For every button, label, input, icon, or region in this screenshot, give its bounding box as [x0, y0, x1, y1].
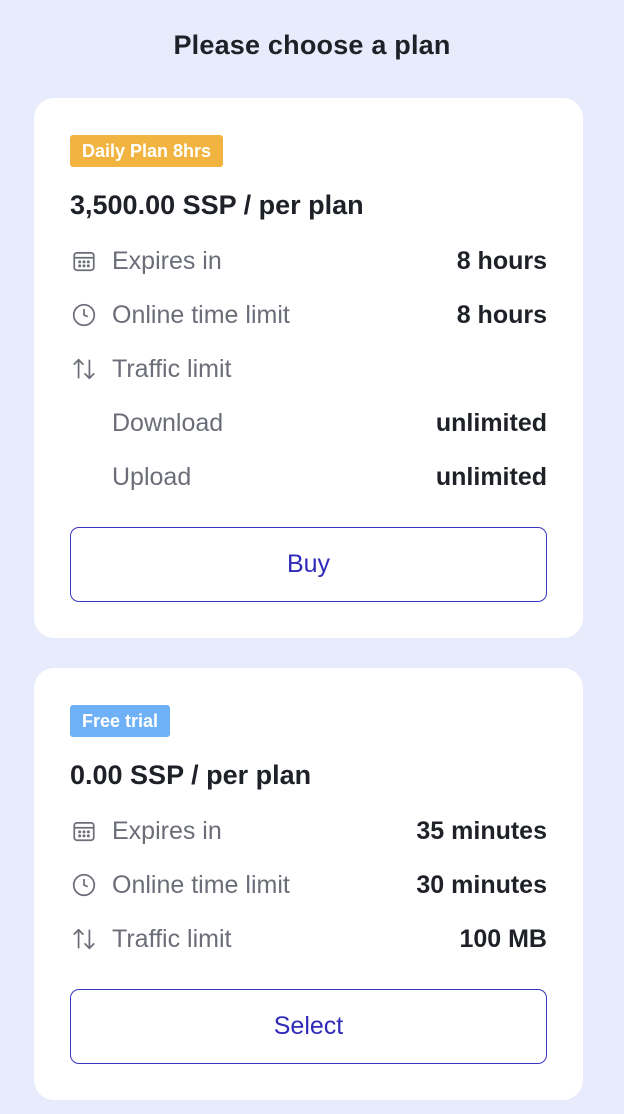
- traffic-label: Traffic limit: [112, 924, 232, 953]
- buy-button[interactable]: Buy: [70, 527, 547, 602]
- download-label: Download: [112, 408, 224, 437]
- traffic-label: Traffic limit: [112, 354, 232, 383]
- plan-badge: Daily Plan 8hrs: [70, 135, 224, 167]
- clock-icon: [70, 871, 98, 899]
- plan-price: 3,500.00 SSP / per plan: [70, 190, 364, 221]
- expires-value: 35 minutes: [416, 816, 547, 845]
- online-time-row: Online time limit 8 hours: [70, 300, 547, 330]
- expires-label: Expires in: [112, 246, 222, 275]
- plan-card-free-trial: Free trial 0.00 SSP / per plan Expires i…: [34, 668, 583, 1100]
- price-amount: 3,500.00 SSP: [70, 190, 237, 220]
- expires-row: Expires in 8 hours: [70, 246, 547, 276]
- calendar-icon: [70, 817, 98, 845]
- download-row: Download unlimited: [70, 408, 547, 438]
- expires-label: Expires in: [112, 816, 222, 845]
- arrows-up-down-icon: [70, 355, 98, 383]
- expires-value: 8 hours: [456, 246, 547, 275]
- online-time-value: 8 hours: [456, 300, 547, 329]
- online-time-label: Online time limit: [112, 870, 290, 899]
- upload-label: Upload: [112, 462, 192, 491]
- price-suffix: / per plan: [183, 760, 312, 790]
- online-time-value: 30 minutes: [416, 870, 547, 899]
- online-time-row: Online time limit 30 minutes: [70, 870, 547, 900]
- plan-price: 0.00 SSP / per plan: [70, 760, 311, 791]
- online-time-label: Online time limit: [112, 300, 290, 329]
- arrows-up-down-icon: [70, 925, 98, 953]
- traffic-row: Traffic limit: [70, 354, 547, 384]
- plan-badge: Free trial: [70, 705, 171, 737]
- select-button[interactable]: Select: [70, 989, 547, 1064]
- upload-row: Upload unlimited: [70, 462, 547, 492]
- clock-icon: [70, 301, 98, 329]
- plan-card-daily: Daily Plan 8hrs 3,500.00 SSP / per plan …: [34, 98, 583, 638]
- traffic-row: Traffic limit 100 MB: [70, 924, 547, 954]
- price-suffix: / per plan: [236, 190, 364, 220]
- page-title: Please choose a plan: [173, 30, 451, 60]
- traffic-value: 100 MB: [459, 924, 547, 953]
- price-amount: 0.00 SSP: [70, 760, 184, 790]
- download-value: unlimited: [435, 408, 547, 437]
- calendar-icon: [70, 247, 98, 275]
- upload-value: unlimited: [435, 462, 547, 491]
- expires-row: Expires in 35 minutes: [70, 816, 547, 846]
